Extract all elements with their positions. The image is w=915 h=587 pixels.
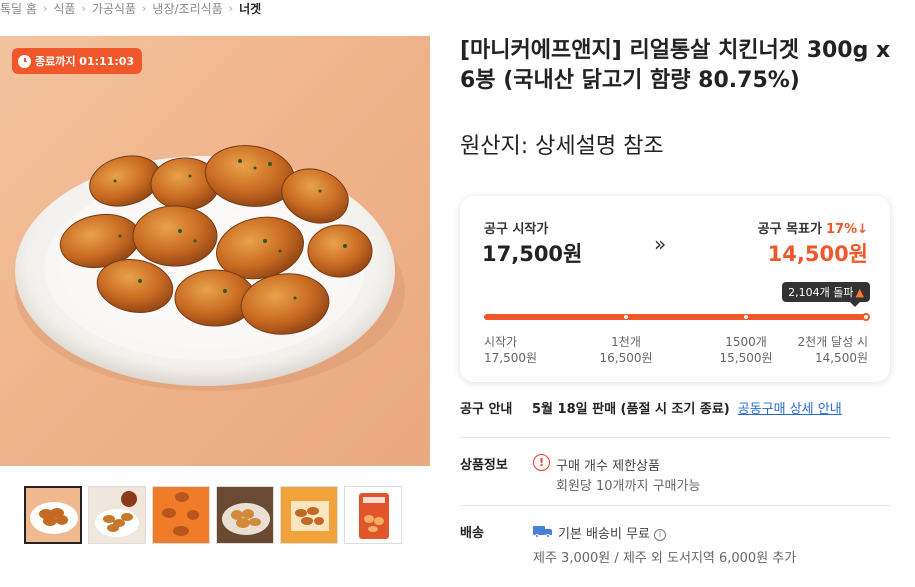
group-buy-price-card: 공구 시작가 17,500원 » 공구 목표가 17%↓ 14,500원 2,10… bbox=[460, 196, 890, 382]
chevron-right-icon: › bbox=[42, 1, 48, 15]
nugget-plate-thumb bbox=[26, 488, 80, 542]
thumbnail-1[interactable] bbox=[24, 486, 82, 544]
thumbnail-3[interactable] bbox=[152, 486, 210, 544]
progress-end-marker bbox=[862, 313, 870, 321]
tier-price: 15,500원 bbox=[719, 351, 773, 365]
breadcrumb-food[interactable]: 식품 bbox=[53, 0, 75, 17]
start-price: 17,500원 bbox=[482, 242, 583, 266]
tier-price: 17,500원 bbox=[484, 351, 538, 365]
nugget-orange-thumb bbox=[281, 487, 337, 543]
nugget-table-thumb bbox=[217, 487, 273, 543]
tier-name: 2천개 달성 시 bbox=[797, 335, 868, 349]
tier-1500: 1500개 15,500원 bbox=[719, 334, 772, 366]
info-icon[interactable]: i bbox=[654, 528, 666, 541]
breadcrumb-current: 너겟 bbox=[239, 1, 262, 16]
target-price: 14,500원 bbox=[767, 242, 868, 266]
nugget-falling-thumb bbox=[153, 487, 209, 543]
package-thumb bbox=[345, 487, 401, 543]
nugget-plate-illustration bbox=[15, 145, 405, 391]
product-info-row: 상품정보 ! 구매 개수 제한상품 회원당 10개까지 구매가능 bbox=[460, 454, 890, 506]
product-title: [마니커에프앤지] 리얼통살 치킨너겟 300g x 6봉 (국내산 닭고기 함… bbox=[460, 38, 891, 93]
tier-name: 시작가 bbox=[484, 335, 518, 349]
tier-price: 14,500원 bbox=[814, 351, 868, 365]
tier-price: 16,500원 bbox=[599, 351, 653, 365]
group-buy-progress-bar bbox=[484, 313, 870, 321]
clock-icon bbox=[18, 54, 31, 68]
sold-count-text: 2,104개 돌파 bbox=[788, 286, 854, 299]
purchase-limit-text: 구매 개수 제한상품 bbox=[556, 459, 660, 474]
tier-name: 1천개 bbox=[611, 335, 641, 349]
purchase-limit-detail: 회원당 10개까지 구매가능 bbox=[556, 479, 701, 494]
tier-start: 시작가 17,500원 bbox=[484, 334, 537, 366]
target-discount: 17%↓ bbox=[825, 222, 868, 237]
shipping-fee-text: 기본 배송비 무료 bbox=[558, 527, 650, 542]
countdown-text: 종료까지 01:11:03 bbox=[35, 55, 135, 68]
breadcrumb-home[interactable]: 톡딜 홈 bbox=[0, 0, 37, 17]
thumbnail-6[interactable] bbox=[344, 486, 402, 544]
chevron-right-icon: › bbox=[228, 1, 234, 15]
group-buy-detail-link[interactable]: 공동구매 상세 안내 bbox=[738, 398, 842, 417]
target-price-label: 공구 목표가 17%↓ bbox=[758, 218, 868, 237]
notice-label: 공구 안내 bbox=[460, 402, 513, 417]
progress-fill bbox=[484, 314, 868, 320]
shipping-row: 배송 기본 배송비 무료 i 제주 3,000원 / 제주 외 도서지역 6,00… bbox=[460, 522, 890, 572]
breadcrumb: 톡딜 홈 › 식품 › 가공식품 › 냉장/조리식품 › 너겟 bbox=[0, 0, 261, 16]
thumbnail-2[interactable] bbox=[88, 486, 146, 544]
sold-count-badge: 2,104개 돌파 ▲ bbox=[782, 282, 870, 307]
chevron-right-icon: › bbox=[142, 1, 147, 15]
start-price-label: 공구 시작가 bbox=[484, 222, 549, 237]
fire-icon: ▲ bbox=[855, 285, 864, 299]
tier-2000: 2천개 달성 시 14,500원 bbox=[798, 334, 868, 366]
notice-value: 5월 18일 판매 (품절 시 조기 종료) bbox=[532, 402, 730, 417]
breadcrumb-chilled[interactable]: 냉장/조리식품 bbox=[152, 0, 222, 17]
progress-marker bbox=[624, 315, 628, 319]
double-chevron-right-icon: » bbox=[654, 232, 667, 256]
product-main-image[interactable]: 종료까지 01:11:03 bbox=[0, 36, 430, 466]
truck-icon bbox=[533, 526, 553, 538]
nugget-sauce-thumb bbox=[89, 487, 145, 543]
alert-icon: ! bbox=[533, 454, 550, 471]
thumbnail-strip bbox=[24, 486, 402, 544]
tier-name: 1500개 bbox=[725, 335, 767, 349]
product-origin: 원산지: 상세설명 참조 bbox=[460, 134, 664, 159]
thumbnail-4[interactable] bbox=[216, 486, 274, 544]
countdown-badge: 종료까지 01:11:03 bbox=[12, 48, 143, 74]
tier-1000: 1천개 16,500원 bbox=[599, 334, 652, 366]
shipping-extra: 제주 3,000원 / 제주 외 도서지역 6,000원 추가 bbox=[533, 551, 797, 566]
product-info-label: 상품정보 bbox=[460, 458, 508, 473]
group-buy-notice-row: 공구 안내 5월 18일 판매 (품절 시 조기 종료) 공동구매 상세 안내 bbox=[460, 398, 890, 438]
chevron-right-icon: › bbox=[81, 1, 86, 15]
target-price-label-text: 공구 목표가 bbox=[757, 222, 822, 237]
thumbnail-5[interactable] bbox=[280, 486, 338, 544]
progress-marker bbox=[744, 315, 748, 319]
shipping-fee: 기본 배송비 무료 i bbox=[558, 523, 666, 542]
breadcrumb-processed[interactable]: 가공식품 bbox=[92, 0, 136, 17]
shipping-label: 배송 bbox=[460, 526, 484, 541]
